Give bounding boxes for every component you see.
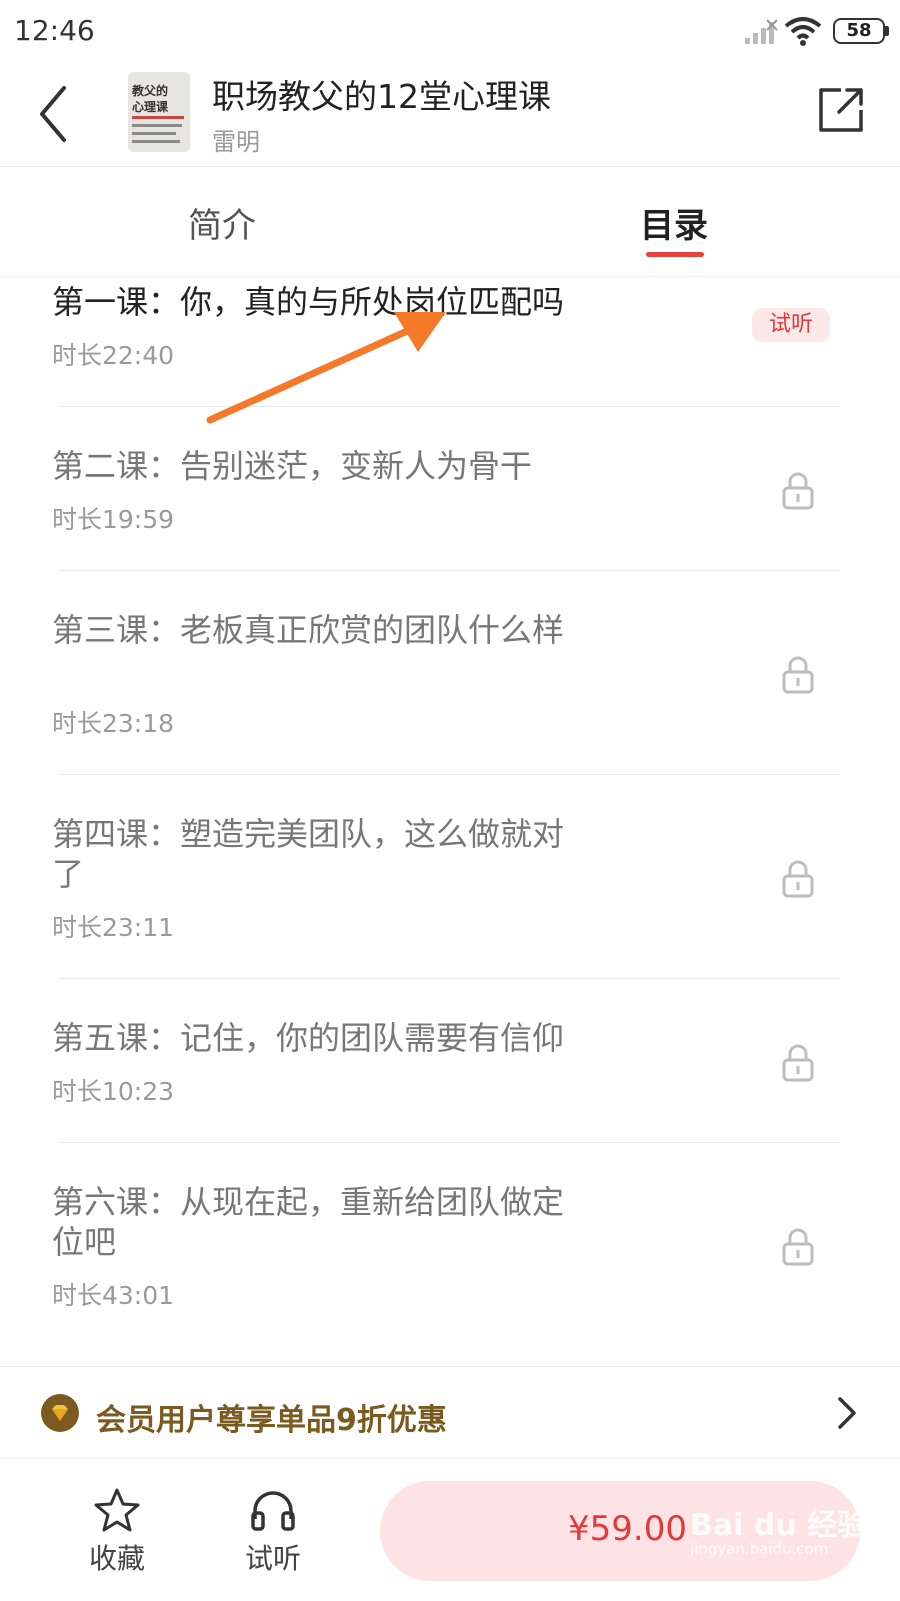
vip-diamond-icon: [41, 1394, 79, 1432]
lesson-duration: 时长23:18: [52, 709, 175, 738]
cover-text-2: 心理课: [132, 100, 169, 114]
watermark-url: jingyan.baidu.com: [690, 1540, 829, 1558]
chevron-right-icon: [838, 1397, 856, 1429]
course-author: 雷明: [212, 128, 260, 156]
divider: [60, 774, 840, 775]
share-icon[interactable]: [815, 84, 867, 136]
lesson-duration: 时长10:23: [52, 1077, 175, 1106]
lesson-duration: 时长23:11: [52, 913, 175, 942]
course-title: 职场教父的12堂心理课: [212, 77, 551, 116]
cover-text-1: 教父的: [132, 84, 169, 98]
vip-promo-text: 会员用户尊享单品9折优惠: [96, 1403, 447, 1438]
star-icon: [94, 1488, 140, 1532]
lesson-title: 第三课：老板真正欣赏的团队什么样: [52, 611, 565, 649]
tab-catalog[interactable]: 目录: [640, 198, 708, 247]
book-cover: 教父的 心理课: [128, 72, 190, 152]
header: 教父的 心理课 职场教父的12堂心理课 雷明: [0, 62, 900, 167]
divider: [60, 1142, 840, 1143]
trial-listen-button[interactable]: 试听: [228, 1487, 318, 1577]
lesson-duration: 时长43:01: [52, 1281, 175, 1310]
lock-icon: [782, 860, 814, 898]
lesson-title: 第二课：告别迷茫，变新人为骨干: [52, 447, 533, 485]
vip-promo-bar[interactable]: 会员用户尊享单品9折优惠: [0, 1366, 900, 1459]
lesson-title: 第五课：记住，你的团队需要有信仰: [52, 1019, 565, 1057]
trial-badge[interactable]: 试听: [752, 308, 830, 342]
divider: [60, 978, 840, 979]
favorite-label: 收藏: [88, 1542, 145, 1575]
tab-active-indicator: [646, 252, 704, 257]
lesson-title: 第一课：你，真的与所处岗位匹配吗: [52, 283, 565, 321]
status-bar: 12:46 58: [0, 0, 900, 62]
price-text: ¥59.00: [568, 1509, 687, 1549]
tab-intro[interactable]: 简介: [188, 198, 256, 247]
lock-icon: [782, 1228, 814, 1266]
battery-level: 58: [833, 18, 885, 44]
status-time: 12:46: [14, 14, 95, 47]
wifi-icon: [784, 17, 822, 46]
lock-icon: [782, 472, 814, 510]
favorite-button[interactable]: 收藏: [72, 1487, 162, 1577]
lesson-duration: 时长19:59: [52, 505, 175, 534]
lock-icon: [782, 656, 814, 694]
battery-icon: 58: [833, 18, 889, 44]
lesson-title: 第六课：从现在起，重新给团队做定位吧: [52, 1183, 565, 1261]
lock-icon: [782, 1044, 814, 1082]
trial-listen-label: 试听: [244, 1542, 301, 1575]
divider: [60, 570, 840, 571]
signal-icon: [745, 19, 778, 44]
divider: [60, 406, 840, 407]
headphones-icon: [251, 1491, 295, 1531]
tab-bar: 简介 目录: [0, 166, 900, 277]
lesson-duration: 时长22:40: [52, 341, 175, 370]
lesson-title: 第四课：塑造完美团队，这么做就对了: [52, 815, 565, 893]
watermark: Bai du 经验: [690, 1508, 868, 1543]
back-icon[interactable]: [34, 82, 74, 146]
